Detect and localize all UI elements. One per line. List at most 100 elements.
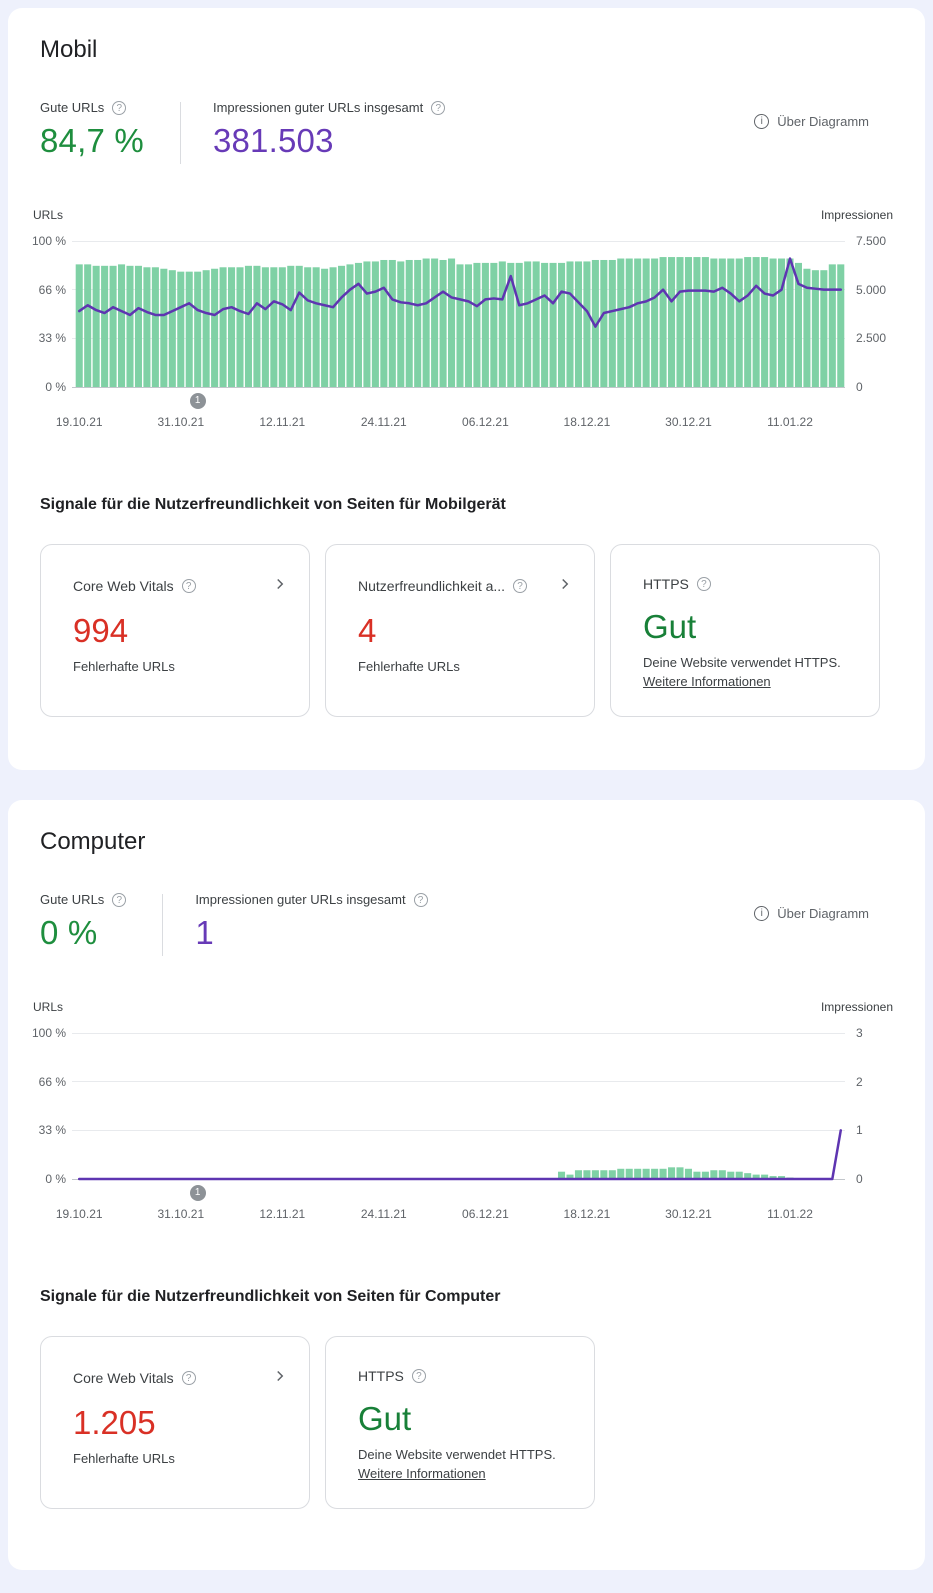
impressions-stat: Impressionen guter URLs insgesamt 1	[195, 892, 428, 954]
https-status: Gut	[643, 608, 697, 645]
x-axis-date-label: 18.12.21	[563, 1207, 611, 1221]
good-urls-label: Gute URLs	[40, 100, 105, 115]
chevron-right-icon[interactable]	[271, 575, 289, 597]
annotation-marker[interactable]: 1	[189, 1185, 206, 1201]
card-title-row: Nutzerfreundlichkeit a...	[358, 575, 574, 597]
about-chart-label: Über Diagramm	[777, 906, 869, 921]
card-title: Nutzerfreundlichkeit a...	[358, 578, 506, 594]
x-axis-date-label: 06.12.21	[462, 1207, 509, 1221]
impressions-value: 381.503	[212, 122, 334, 159]
y-axis-title-left: URLs	[32, 1000, 63, 1014]
stats-divider	[162, 894, 164, 956]
mobile-section: Mobil Gute URLs 84,7 % Impressionen gute…	[8, 8, 925, 770]
y-axis-tick-label-left: 66 %	[38, 282, 66, 297]
failing-urls-count: 994	[73, 612, 129, 649]
good-urls-value: 0 %	[40, 914, 98, 951]
mobile-signal-cards: Core Web Vitals 994 Fehlerhafte URLs Nut…	[8, 544, 925, 717]
y-axis-tick-label-right: 2.500	[856, 331, 887, 346]
impressions-label: Impressionen guter URLs insgesamt	[212, 100, 424, 115]
https-description: Deine Website verwendet HTTPS.	[643, 655, 841, 670]
x-axis-date-label: 12.11.21	[259, 415, 306, 429]
https-status: Gut	[358, 1400, 412, 1437]
good-urls-label-row: Gute URLs	[40, 892, 127, 908]
y-axis-tick-label-left: 33 %	[38, 1123, 66, 1138]
y-axis-title-right: Impressionen	[820, 208, 893, 222]
core-web-vitals-card[interactable]: Core Web Vitals 1.205 Fehlerhafte URLs	[40, 1336, 310, 1509]
desktop-signal-cards: Core Web Vitals 1.205 Fehlerhafte URLs H…	[8, 1336, 925, 1509]
good-urls-stat: Gute URLs 0 %	[40, 892, 127, 954]
x-axis-date-label: 06.12.21	[462, 415, 509, 429]
y-axis-tick-label-right: 5.000	[856, 282, 887, 297]
x-axis-date-label: 31.10.21	[157, 1207, 205, 1221]
https-card: HTTPS Gut Deine Website verwendet HTTPS.…	[325, 1336, 595, 1509]
x-axis-date-label: 24.11.21	[360, 415, 407, 429]
help-icon[interactable]	[181, 1371, 196, 1385]
y-axis-tick-label-right: 0	[856, 1172, 863, 1186]
y-axis-title-left: URLs	[32, 208, 63, 222]
good-urls-stat: Gute URLs 84,7 %	[40, 100, 144, 162]
help-icon[interactable]	[181, 579, 196, 593]
annotation-marker[interactable]: 1	[189, 393, 206, 409]
y-axis-tick-label-left: 0 %	[45, 1172, 66, 1186]
desktop-section: Computer Gute URLs 0 % Impressionen gute…	[8, 800, 925, 1570]
https-card: HTTPS Gut Deine Website verwendet HTTPS.…	[610, 544, 880, 717]
x-axis-date-label: 12.11.21	[259, 1207, 306, 1221]
learn-more-link[interactable]: Weitere Informationen	[643, 674, 771, 689]
card-title-row: Core Web Vitals	[73, 1367, 289, 1389]
failing-urls-label: Fehlerhafte URLs	[73, 659, 175, 674]
help-icon[interactable]	[411, 1369, 426, 1383]
chart-plot-area[interactable]	[75, 1033, 845, 1181]
failing-urls-count: 4	[358, 612, 377, 649]
https-description: Deine Website verwendet HTTPS.	[358, 1447, 556, 1462]
mobile-chart: URLs Impressionen 100 % 7.500 66 % 5.000 33 % 2…	[8, 208, 925, 432]
about-chart-link[interactable]: Über Diagramm	[754, 114, 869, 129]
y-axis-tick-label-right: 7.500	[856, 234, 887, 248]
y-axis-tick-label-left: 100 %	[31, 1026, 66, 1040]
y-axis-tick-label-left: 66 %	[38, 1074, 66, 1089]
good-urls-value: 84,7 %	[40, 122, 144, 159]
card-title-row: HTTPS	[358, 1367, 574, 1385]
chevron-right-icon[interactable]	[271, 1367, 289, 1389]
core-web-vitals-card[interactable]: Core Web Vitals 994 Fehlerhafte URLs	[40, 544, 310, 717]
x-axis-date-label: 24.11.21	[360, 1207, 407, 1221]
help-icon[interactable]	[696, 577, 711, 591]
chevron-right-icon[interactable]	[556, 575, 574, 597]
help-icon[interactable]	[112, 893, 127, 907]
y-axis-tick-label-left: 0 %	[45, 380, 66, 394]
help-icon[interactable]	[431, 101, 446, 115]
section-title-desktop: Computer	[40, 828, 146, 855]
help-icon[interactable]	[413, 893, 428, 907]
learn-more-link[interactable]: Weitere Informationen	[358, 1466, 486, 1481]
failing-urls-label: Fehlerhafte URLs	[358, 659, 460, 674]
failing-urls-label: Fehlerhafte URLs	[73, 1451, 175, 1466]
x-axis-date-label: 19.10.21	[55, 415, 103, 429]
about-chart-label: Über Diagramm	[777, 114, 869, 129]
about-chart-link[interactable]: Über Diagramm	[754, 906, 869, 921]
y-axis-tick-label-right: 1	[856, 1123, 863, 1138]
y-axis-tick-label-right: 3	[856, 1026, 863, 1040]
card-title: HTTPS	[643, 576, 689, 592]
chart-plot-area[interactable]	[75, 241, 845, 387]
y-axis-tick-label-right: 2	[856, 1074, 863, 1089]
desktop-chart: URLs Impressionen 100 % 3 66 % 2 33 % 1 0 % 0 1 19.…	[8, 1000, 925, 1224]
impressions-label-row: Impressionen guter URLs insgesamt	[195, 892, 428, 908]
x-axis-date-label: 19.10.21	[55, 1207, 103, 1221]
y-axis-tick-label-left: 33 %	[38, 331, 66, 346]
section-title-mobile: Mobil	[40, 36, 98, 63]
impressions-stat: Impressionen guter URLs insgesamt 381.50…	[212, 100, 446, 162]
y-axis-tick-label-right: 0	[856, 380, 863, 394]
signals-title-desktop: Signale für die Nutzerfreundlichkeit von…	[40, 1288, 501, 1305]
help-icon[interactable]	[112, 101, 127, 115]
failing-urls-count: 1.205	[73, 1404, 156, 1441]
impressions-label: Impressionen guter URLs insgesamt	[195, 892, 406, 907]
impressions-label-row: Impressionen guter URLs insgesamt	[212, 100, 446, 116]
good-urls-label-row: Gute URLs	[40, 100, 144, 116]
card-title: HTTPS	[358, 1368, 404, 1384]
help-icon[interactable]	[513, 579, 528, 593]
y-axis-tick-label-left: 100 %	[31, 234, 66, 248]
card-title-row: Core Web Vitals	[73, 575, 289, 597]
page-usability-card[interactable]: Nutzerfreundlichkeit a... 4 Fehlerhafte …	[325, 544, 595, 717]
card-title: Core Web Vitals	[73, 578, 174, 594]
impressions-value: 1	[195, 914, 214, 951]
x-axis-date-label: 30.12.21	[665, 1207, 712, 1221]
